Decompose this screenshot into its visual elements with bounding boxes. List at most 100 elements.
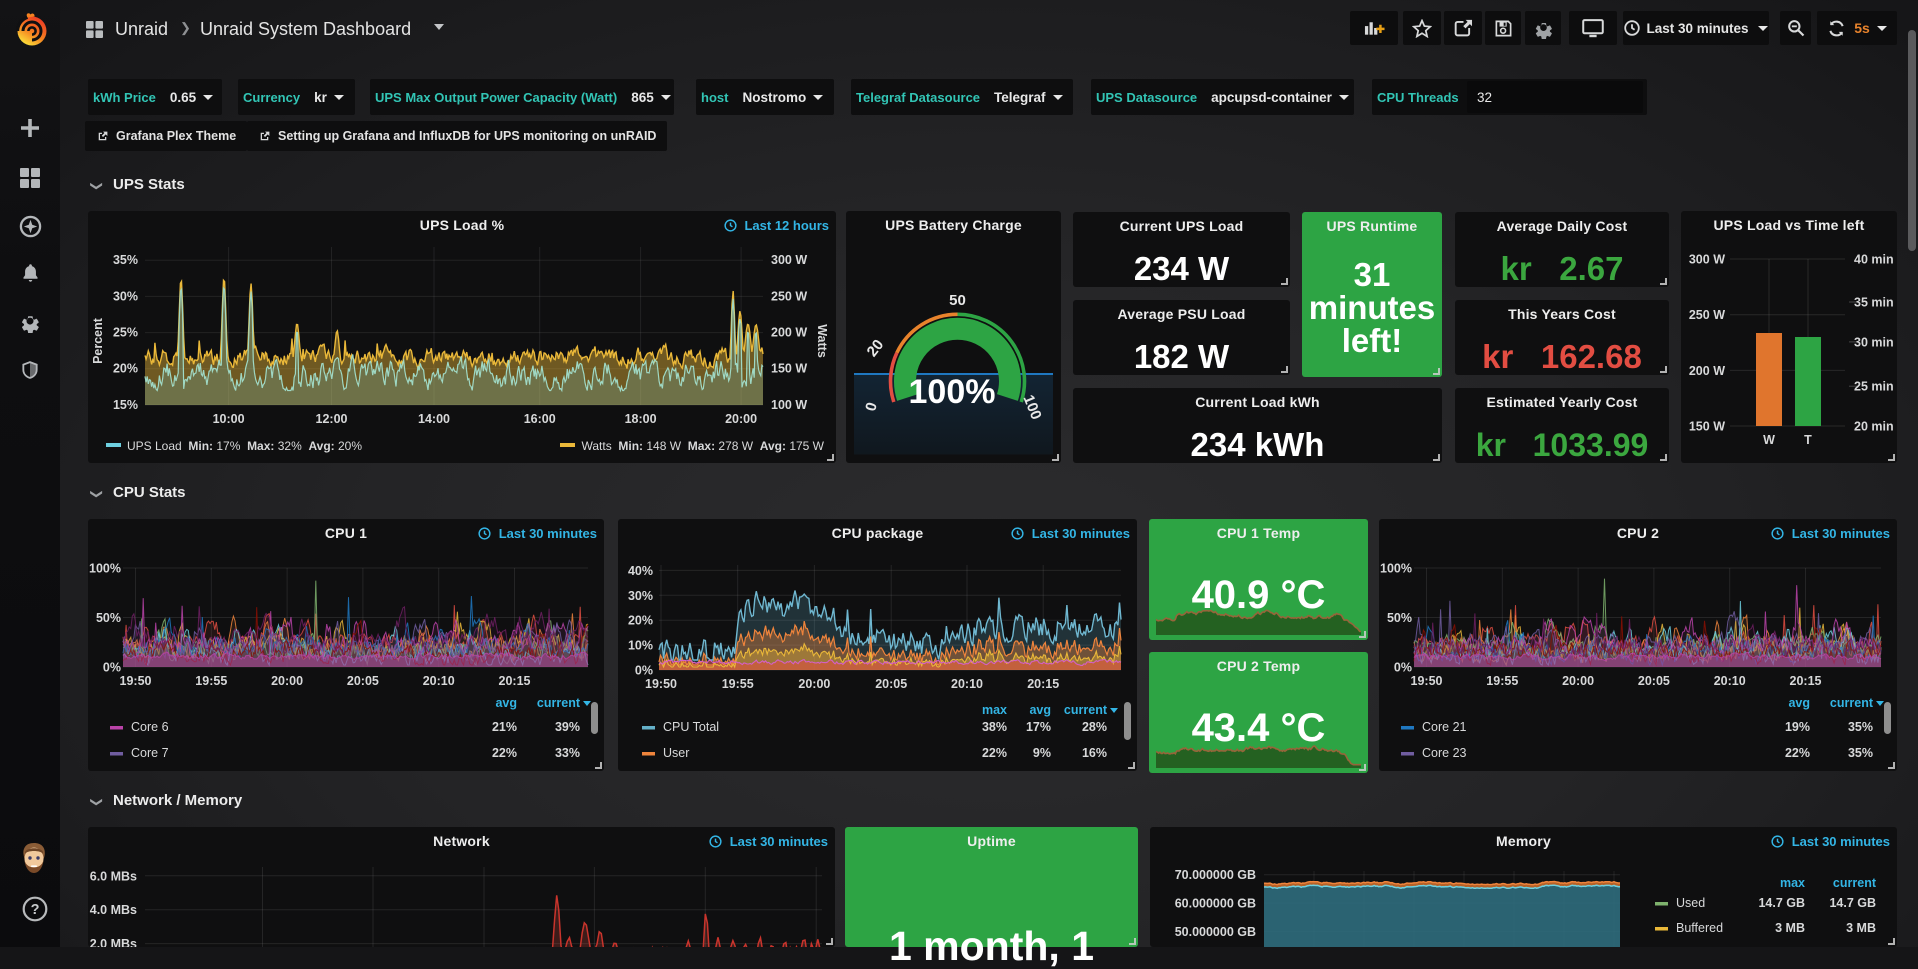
svg-text:50%: 50% [1387, 611, 1412, 625]
svg-text:20%: 20% [113, 362, 138, 376]
svg-text:100%: 100% [909, 373, 996, 411]
svg-text:300 W: 300 W [1689, 253, 1725, 267]
svg-text:current: current [1064, 703, 1108, 717]
svg-text:0%: 0% [103, 661, 121, 675]
svg-text:250 W: 250 W [771, 289, 807, 303]
svg-text:10:00: 10:00 [213, 412, 245, 426]
svg-text:Core 21: Core 21 [1422, 720, 1467, 734]
svg-text:30%: 30% [113, 289, 138, 303]
svg-text:35%: 35% [1848, 720, 1873, 734]
svg-text:60.000000 GB: 60.000000 GB [1175, 897, 1256, 911]
svg-text:20 min: 20 min [1854, 420, 1894, 434]
svg-text:W: W [1763, 433, 1775, 447]
svg-text:22%: 22% [982, 746, 1007, 760]
svg-text:38%: 38% [982, 720, 1007, 734]
svg-text:20:00: 20:00 [725, 412, 757, 426]
svg-text:2.0 MBs: 2.0 MBs [90, 937, 137, 947]
svg-text:9%: 9% [1033, 746, 1051, 760]
svg-text:Percent: Percent [91, 317, 105, 364]
svg-text:20:10: 20:10 [423, 674, 455, 688]
svg-text:17%: 17% [1026, 720, 1051, 734]
svg-text:300 W: 300 W [771, 253, 807, 267]
svg-text:30 min: 30 min [1854, 335, 1894, 349]
svg-text:20%: 20% [628, 614, 653, 628]
svg-text:35%: 35% [113, 253, 138, 267]
svg-text:max: max [982, 703, 1007, 717]
svg-text:Core 6: Core 6 [131, 720, 169, 734]
svg-text:19:50: 19:50 [645, 677, 677, 691]
svg-text:0%: 0% [1394, 661, 1412, 675]
svg-text:20:00: 20:00 [1562, 674, 1594, 688]
svg-text:40%: 40% [628, 564, 653, 578]
svg-text:100%: 100% [89, 562, 121, 576]
svg-text:200 W: 200 W [1689, 364, 1725, 378]
svg-text:25%: 25% [113, 326, 138, 340]
svg-text:33%: 33% [555, 746, 580, 760]
svg-text:20:15: 20:15 [1790, 674, 1822, 688]
svg-text:200 W: 200 W [771, 326, 807, 340]
svg-text:Used: Used [1676, 896, 1705, 910]
svg-text:current: current [1830, 696, 1874, 710]
svg-text:avg: avg [1029, 703, 1051, 717]
svg-text:20:00: 20:00 [271, 674, 303, 688]
svg-text:19:55: 19:55 [1486, 674, 1518, 688]
svg-text:T: T [1804, 433, 1812, 447]
svg-text:3 MB: 3 MB [1775, 921, 1805, 935]
svg-text:22%: 22% [492, 746, 517, 760]
svg-text:14.7 GB: 14.7 GB [1758, 896, 1805, 910]
svg-text:20:10: 20:10 [1714, 674, 1746, 688]
svg-text:20:05: 20:05 [875, 677, 907, 691]
svg-text:20:05: 20:05 [1638, 674, 1670, 688]
svg-text:4.0 MBs: 4.0 MBs [90, 903, 137, 917]
svg-text:50.000000 GB: 50.000000 GB [1175, 925, 1256, 939]
svg-text:19:50: 19:50 [1411, 674, 1443, 688]
svg-text:20:15: 20:15 [1027, 677, 1059, 691]
svg-text:6.0 MBs: 6.0 MBs [90, 869, 137, 883]
svg-text:20:05: 20:05 [347, 674, 379, 688]
svg-text:3 MB: 3 MB [1846, 921, 1876, 935]
svg-text:16%: 16% [1082, 746, 1107, 760]
svg-text:19:50: 19:50 [120, 674, 152, 688]
svg-text:40 min: 40 min [1854, 253, 1894, 267]
svg-text:70.000000 GB: 70.000000 GB [1175, 868, 1256, 882]
svg-text:0%: 0% [635, 664, 653, 678]
svg-text:16:00: 16:00 [524, 412, 556, 426]
svg-text:Core 23: Core 23 [1422, 746, 1467, 760]
svg-text:19:55: 19:55 [722, 677, 754, 691]
svg-text:14.7 GB: 14.7 GB [1829, 896, 1876, 910]
svg-text:20: 20 [864, 336, 888, 360]
svg-text:100 W: 100 W [771, 398, 807, 412]
svg-text:50%: 50% [96, 611, 121, 625]
svg-text:150 W: 150 W [771, 362, 807, 376]
svg-text:Buffered: Buffered [1676, 921, 1723, 935]
svg-text:19%: 19% [1785, 720, 1810, 734]
svg-text:max: max [1780, 876, 1805, 890]
svg-text:10%: 10% [628, 639, 653, 653]
svg-text:Core 7: Core 7 [131, 746, 169, 760]
svg-text:19:55: 19:55 [195, 674, 227, 688]
svg-text:22%: 22% [1785, 746, 1810, 760]
svg-text:?: ? [31, 902, 40, 918]
svg-text:28%: 28% [1082, 720, 1107, 734]
svg-text:14:00: 14:00 [418, 412, 450, 426]
svg-text:Watts: Watts [815, 324, 829, 358]
svg-text:39%: 39% [555, 720, 580, 734]
svg-text:35 min: 35 min [1854, 296, 1894, 310]
svg-text:35%: 35% [1848, 746, 1873, 760]
svg-text:20:00: 20:00 [798, 677, 830, 691]
svg-text:current: current [1833, 876, 1877, 890]
svg-text:User: User [663, 746, 689, 760]
svg-text:50: 50 [949, 292, 966, 309]
svg-text:CPU Total: CPU Total [663, 720, 719, 734]
svg-text:12:00: 12:00 [316, 412, 348, 426]
svg-text:avg: avg [1788, 696, 1810, 710]
svg-text:100%: 100% [1380, 562, 1412, 576]
svg-text:30%: 30% [628, 589, 653, 603]
svg-text:150 W: 150 W [1689, 420, 1725, 434]
svg-text:18:00: 18:00 [625, 412, 657, 426]
svg-text:avg: avg [495, 696, 517, 710]
svg-text:20:10: 20:10 [951, 677, 983, 691]
svg-text:15%: 15% [113, 398, 138, 412]
svg-text:25 min: 25 min [1854, 380, 1894, 394]
svg-text:21%: 21% [492, 720, 517, 734]
